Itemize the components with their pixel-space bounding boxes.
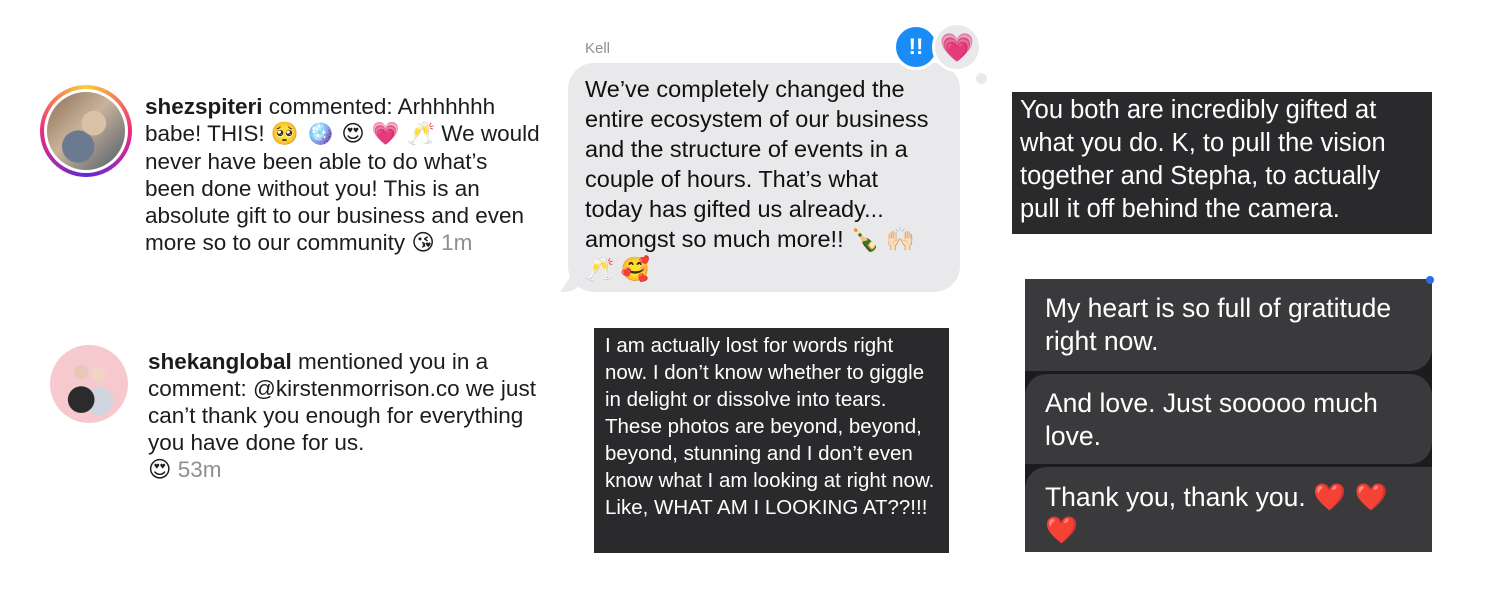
timestamp: 53m [177, 457, 222, 482]
kiss-emoji-icon: 😘 [411, 230, 435, 256]
chat-message: My heart is so full of gratitude right n… [1045, 293, 1392, 356]
tapback-dot [976, 73, 987, 84]
username[interactable]: shekanglobal [148, 349, 292, 374]
chat-bubble[interactable]: Thank you, thank you. ❤️ ❤️ ❤️ [1025, 467, 1432, 552]
username[interactable]: shezspiteri [145, 94, 263, 119]
chat-bubble[interactable]: My heart is so full of gratitude right n… [1025, 279, 1432, 371]
testimonial-text: I am actually lost for words right now. … [605, 334, 935, 519]
heart-eyes-emoji-icon: 😍 [148, 457, 172, 483]
heart-tapback-icon[interactable]: 💗 [932, 22, 982, 72]
avatar [47, 92, 125, 170]
testimonial-box: You both are incredibly gifted at what y… [1012, 92, 1432, 234]
imessage-bubble[interactable]: We’ve completely changed the entire ecos… [568, 63, 960, 292]
emoji-row: 🥺 🪩 😍 💗 🥂 [270, 121, 436, 147]
unread-dot [1426, 276, 1434, 284]
story-ring-avatar[interactable] [40, 85, 132, 177]
avatar[interactable] [50, 345, 128, 423]
timestamp: 1m [441, 230, 473, 255]
chat-bubble[interactable]: And love. Just sooooo much love. [1025, 374, 1432, 464]
notification-text: shezspiteri commented: Arhhhhhh babe! TH… [145, 93, 540, 257]
sender-name: Kell [585, 40, 611, 57]
chat-message: Thank you, thank you. [1045, 482, 1314, 512]
message-text: We’ve completely changed the entire ecos… [585, 76, 929, 282]
notification-text: shekanglobal mentioned you in a comment:… [148, 348, 543, 484]
chat-message: And love. Just sooooo much love. [1045, 388, 1378, 451]
testimonial-box: I am actually lost for words right now. … [594, 328, 949, 553]
testimonial-text: You both are incredibly gifted at what y… [1020, 96, 1386, 223]
